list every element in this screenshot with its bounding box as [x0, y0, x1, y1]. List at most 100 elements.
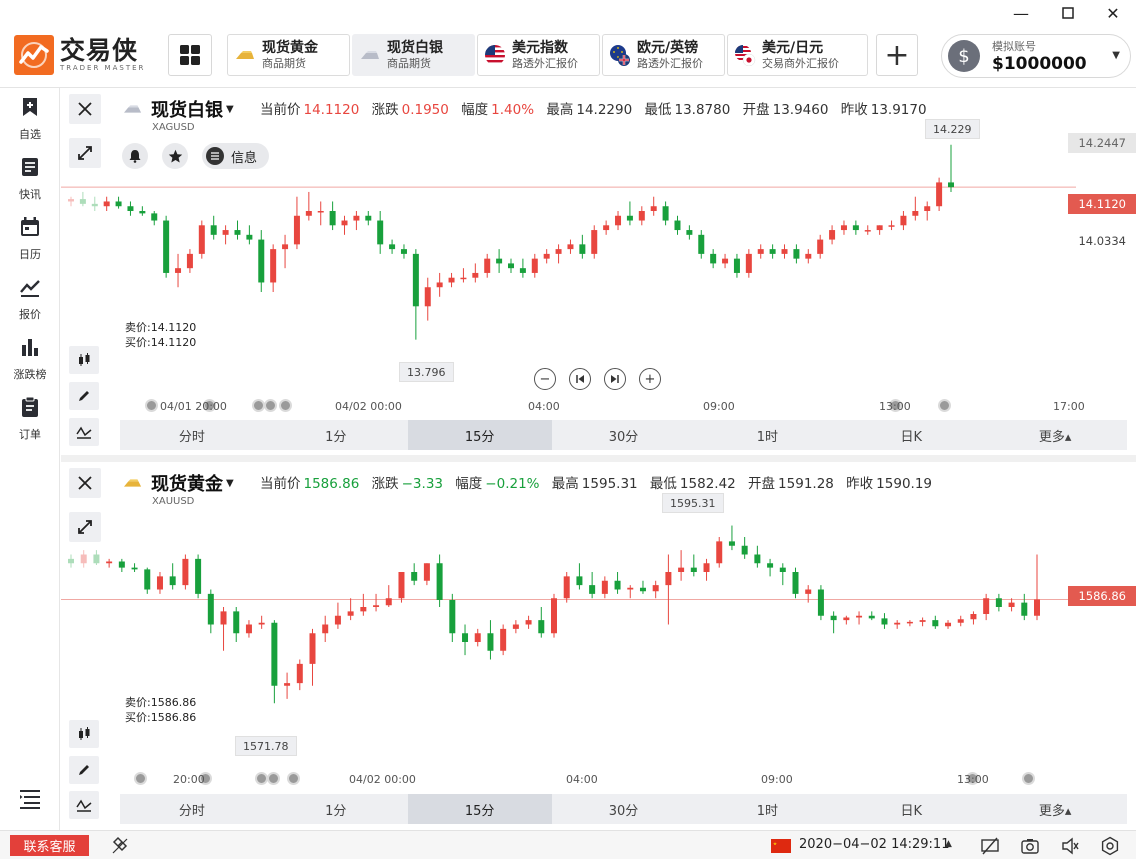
- zoom-in-button[interactable]: +: [639, 368, 661, 390]
- candle: [741, 537, 748, 559]
- alert-button[interactable]: [122, 143, 148, 169]
- high-price-callout: 14.229: [925, 119, 980, 139]
- candle: [1008, 598, 1015, 612]
- candle-body: [932, 620, 939, 627]
- timeframe-tab[interactable]: 日K: [839, 420, 983, 450]
- close-panel-button[interactable]: [69, 94, 101, 124]
- timeframe-tab-active[interactable]: 15分: [407, 420, 552, 450]
- event-marker[interactable]: [938, 399, 951, 412]
- stat-percent: −0.21%: [485, 476, 540, 492]
- sidebar-item-orders[interactable]: 订单: [0, 396, 60, 442]
- candle-body: [906, 621, 913, 624]
- candle-type-button[interactable]: [69, 720, 99, 748]
- event-marker[interactable]: [1022, 772, 1035, 785]
- scroll-end-button[interactable]: [604, 368, 626, 390]
- link-icon[interactable]: [110, 836, 130, 856]
- caret-up-icon[interactable]: ▲: [945, 839, 952, 849]
- quote-tab-usd-index[interactable]: 美元指数 路透外汇报价: [477, 34, 600, 76]
- candle-body: [829, 230, 836, 240]
- timeframe-tab[interactable]: 30分: [552, 794, 696, 824]
- candle-body: [68, 199, 74, 202]
- quote-tab-gold[interactable]: 现货黄金 商品期货: [227, 34, 350, 76]
- event-marker[interactable]: [287, 772, 300, 785]
- logo-title: 交易侠: [60, 36, 139, 65]
- candle: [118, 558, 125, 572]
- quote-tab-usd-jpy[interactable]: 美元/日元 交易商外汇报价: [727, 34, 868, 76]
- add-quote-button[interactable]: +: [876, 34, 918, 76]
- stat-percent: 1.40%: [491, 102, 535, 118]
- candle-body: [270, 249, 277, 283]
- sidebar-item-calendar[interactable]: 日历: [0, 216, 60, 262]
- candle: [93, 550, 100, 565]
- candle: [423, 563, 430, 586]
- timeframe-more[interactable]: 更多▴: [983, 794, 1127, 824]
- timeframe-tab[interactable]: 1时: [695, 794, 839, 824]
- expand-panel-button[interactable]: [69, 138, 101, 168]
- timeframe-tab-active[interactable]: 15分: [407, 794, 552, 824]
- candle: [127, 201, 134, 216]
- candle-body: [234, 230, 241, 235]
- maximize-button[interactable]: [1056, 2, 1080, 24]
- event-marker[interactable]: [134, 772, 147, 785]
- timeframe-tab[interactable]: 日K: [839, 794, 983, 824]
- zoom-out-button[interactable]: −: [534, 368, 556, 390]
- timeframe-tab[interactable]: 1分: [264, 420, 408, 450]
- candle-body: [710, 253, 717, 264]
- close-panel-button[interactable]: [69, 468, 101, 498]
- event-marker[interactable]: [264, 399, 277, 412]
- candle: [906, 620, 913, 627]
- symbol-selector[interactable]: 现货白银 ▼: [123, 96, 234, 122]
- camera-icon[interactable]: [1020, 836, 1040, 856]
- timeframe-tab[interactable]: 1时: [695, 420, 839, 450]
- event-marker[interactable]: [279, 399, 292, 412]
- candle-body: [957, 619, 964, 623]
- customer-service-button[interactable]: 联系客服: [10, 835, 89, 856]
- indicator-button[interactable]: [69, 418, 99, 446]
- quote-tab-eur-gbp[interactable]: 欧元/英镑 路透外汇报价: [602, 34, 725, 76]
- sidebar-item-quotes[interactable]: 报价: [0, 276, 60, 322]
- candle: [1034, 554, 1040, 621]
- settings-icon[interactable]: [1100, 836, 1120, 856]
- draw-tool-button[interactable]: [69, 382, 99, 410]
- draw-tool-button[interactable]: [69, 756, 99, 784]
- screen-off-icon[interactable]: [980, 836, 1000, 856]
- sidebar-menu-button[interactable]: [18, 788, 42, 814]
- minimize-button[interactable]: —: [1009, 2, 1033, 24]
- candle: [91, 196, 98, 211]
- logo-mark-icon: [14, 35, 54, 75]
- timeframe-more[interactable]: 更多▴: [983, 420, 1127, 450]
- candle: [603, 220, 610, 235]
- event-marker[interactable]: [145, 399, 158, 412]
- info-button[interactable]: 信息: [202, 143, 270, 169]
- symbol-selector[interactable]: 现货黄金 ▼: [123, 470, 234, 496]
- candle-body: [207, 593, 214, 625]
- mute-icon[interactable]: [1060, 836, 1080, 856]
- candle-type-button[interactable]: [69, 346, 99, 374]
- timeframe-tab[interactable]: 30分: [552, 420, 696, 450]
- timeframe-tab[interactable]: 1分: [264, 794, 408, 824]
- event-marker[interactable]: [267, 772, 280, 785]
- timeframe-tab[interactable]: 分时: [120, 794, 264, 824]
- current-price-tag: 1586.86: [1068, 586, 1136, 606]
- sidebar-item-news[interactable]: 快讯: [0, 156, 60, 202]
- candle: [360, 593, 367, 616]
- indicator-button[interactable]: [69, 791, 99, 819]
- candle: [329, 201, 336, 231]
- account-selector[interactable]: $ 模拟账号 $1000000 ▼: [941, 34, 1131, 78]
- favorite-button[interactable]: [162, 143, 188, 169]
- candle-body: [665, 572, 672, 586]
- candle-body: [423, 563, 430, 581]
- layout-grid-button[interactable]: [168, 34, 212, 76]
- sidebar-item-label: 自选: [19, 128, 41, 141]
- low-price-callout: 13.796: [399, 362, 454, 382]
- panel-divider[interactable]: [61, 455, 1136, 462]
- candle: [733, 253, 740, 278]
- sidebar-item-movers[interactable]: 涨跌榜: [0, 336, 60, 382]
- quote-tab-silver[interactable]: 现货白银 商品期货: [352, 34, 475, 76]
- close-window-button[interactable]: ✕: [1101, 2, 1125, 24]
- timeframe-tab[interactable]: 分时: [120, 420, 264, 450]
- scroll-start-button[interactable]: [569, 368, 591, 390]
- expand-panel-button[interactable]: [69, 512, 101, 542]
- candle: [817, 234, 824, 259]
- sidebar-item-watchlist[interactable]: 自选: [0, 96, 60, 142]
